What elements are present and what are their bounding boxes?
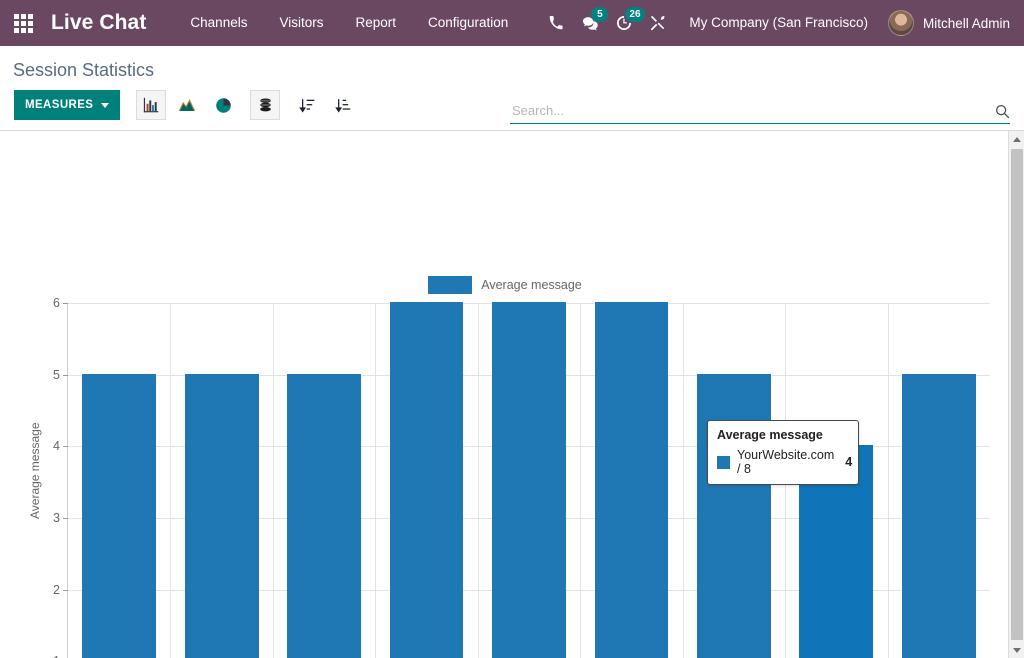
y-tick-label: 6 bbox=[53, 296, 60, 310]
chart-legend: Average message bbox=[0, 276, 1010, 294]
graph-toolbar: MEASURES bbox=[14, 90, 358, 120]
avatar bbox=[888, 10, 914, 36]
page-title: Session Statistics bbox=[13, 60, 154, 81]
sort-descending-icon[interactable] bbox=[292, 90, 322, 120]
chevron-down-icon bbox=[101, 103, 109, 108]
search-bar bbox=[510, 103, 1010, 124]
company-switcher[interactable]: My Company (San Francisco) bbox=[675, 0, 882, 46]
y-axis-title: Average message bbox=[28, 422, 42, 519]
messages-icon[interactable]: 5 bbox=[573, 0, 607, 46]
y-tick-label: 2 bbox=[53, 583, 60, 597]
y-tick-label: 4 bbox=[53, 439, 60, 453]
menu-item-configuration[interactable]: Configuration bbox=[412, 0, 524, 46]
menu-item-channels[interactable]: Channels bbox=[174, 0, 263, 46]
bar-chart-icon[interactable] bbox=[136, 90, 166, 120]
bar[interactable] bbox=[390, 302, 464, 658]
chart-tooltip: Average message YourWebsite.com / 8 4 bbox=[707, 420, 859, 485]
legend-label: Average message bbox=[481, 278, 582, 292]
measures-label: MEASURES bbox=[25, 90, 93, 120]
top-navbar: Live Chat Channels Visitors Report Confi… bbox=[0, 0, 1024, 46]
bar-slot bbox=[478, 303, 580, 658]
bar[interactable] bbox=[697, 374, 771, 658]
main-menu: Channels Visitors Report Configuration bbox=[174, 0, 524, 46]
menu-item-visitors[interactable]: Visitors bbox=[263, 0, 339, 46]
graph-view: Average message Average message 0123456 … bbox=[0, 131, 1024, 658]
bar[interactable] bbox=[595, 302, 669, 658]
bar[interactable] bbox=[82, 374, 156, 658]
navbar-systray: 5 26 My Company (San Francisco) Mitchell… bbox=[539, 0, 1024, 46]
menu-item-report[interactable]: Report bbox=[339, 0, 412, 46]
y-tick-label: 1 bbox=[53, 654, 60, 658]
bar-slot bbox=[375, 303, 477, 658]
measures-button[interactable]: MEASURES bbox=[14, 90, 120, 120]
sort-ascending-icon[interactable] bbox=[328, 90, 358, 120]
search-icon[interactable] bbox=[995, 104, 1010, 119]
pie-chart-icon[interactable] bbox=[208, 90, 238, 120]
bar[interactable] bbox=[287, 374, 361, 658]
scrollbar-thumb[interactable] bbox=[1011, 149, 1023, 640]
y-tick-label: 3 bbox=[53, 511, 60, 525]
scroll-down-icon[interactable] bbox=[1009, 642, 1024, 658]
apps-grid-icon[interactable] bbox=[8, 0, 38, 46]
debug-tools-icon[interactable] bbox=[641, 0, 675, 46]
legend-swatch bbox=[428, 276, 472, 294]
bar-slot bbox=[580, 303, 682, 658]
tooltip-swatch bbox=[717, 456, 730, 469]
bar-slot bbox=[888, 303, 990, 658]
bar[interactable] bbox=[492, 302, 566, 658]
bar-slot bbox=[273, 303, 375, 658]
vertical-scrollbar[interactable] bbox=[1008, 131, 1024, 658]
app-brand-name[interactable]: Live Chat bbox=[51, 11, 146, 35]
line-chart-icon[interactable] bbox=[172, 90, 202, 120]
phone-icon[interactable] bbox=[539, 0, 573, 46]
scroll-up-icon[interactable] bbox=[1009, 131, 1024, 147]
stacked-icon[interactable] bbox=[250, 90, 280, 120]
control-panel: Session Statistics MEASURES bbox=[0, 46, 1024, 131]
bar-slot bbox=[68, 303, 170, 658]
tooltip-row: YourWebsite.com / 8 4 bbox=[717, 448, 849, 476]
bar-slot bbox=[170, 303, 272, 658]
activities-clock-icon[interactable]: 26 bbox=[607, 0, 641, 46]
user-menu[interactable]: Mitchell Admin bbox=[882, 0, 1024, 46]
tooltip-title: Average message bbox=[717, 428, 849, 442]
search-input[interactable] bbox=[510, 103, 995, 120]
y-tick-label: 5 bbox=[53, 368, 60, 382]
bar[interactable] bbox=[902, 374, 976, 658]
bar[interactable] bbox=[185, 374, 259, 658]
tooltip-key: YourWebsite.com / 8 bbox=[737, 448, 834, 476]
user-name: Mitchell Admin bbox=[923, 16, 1010, 31]
tooltip-value: 4 bbox=[845, 455, 852, 469]
messages-badge: 5 bbox=[591, 7, 608, 22]
